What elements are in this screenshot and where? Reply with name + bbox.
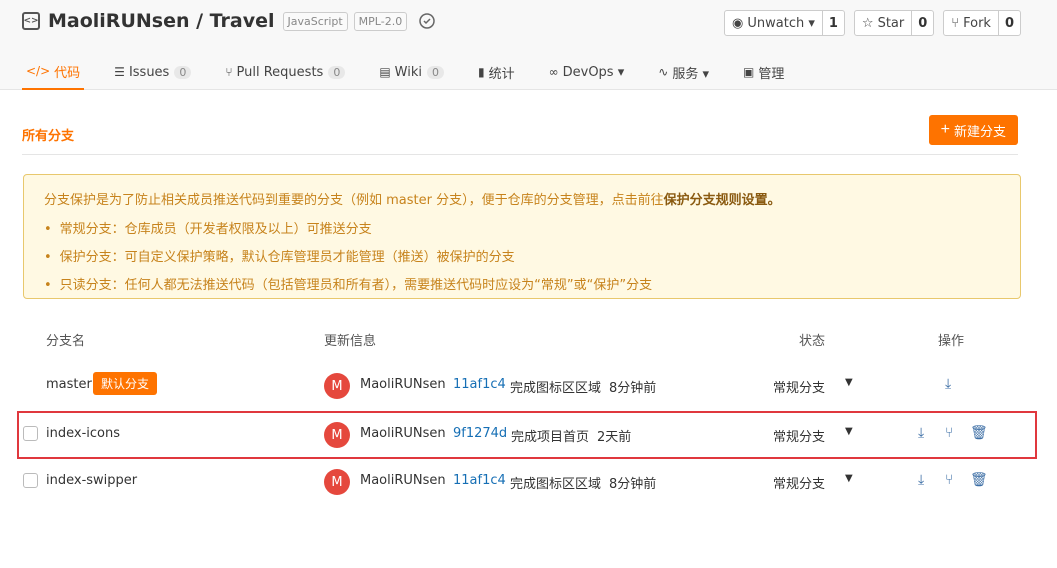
language-tag[interactable]: JavaScript [282,11,348,31]
table-row: master 默认分支 M MaoliRUNsen 11af1c4 完成图标区区… [0,363,1057,407]
wiki-count: 0 [427,65,444,79]
branch-name-link[interactable]: index-swipper [46,473,137,488]
caret-down-icon[interactable]: ▼ [845,473,853,484]
notice-list: 常规分支：仓库成员（开发者权限及以上）可推送分支 保护分支：可自定义保护策略，默… [44,218,1000,293]
default-branch-badge: 默认分支 [93,372,158,395]
tab-label: DevOps ▾ [562,64,625,80]
star-icon: ☆ [861,15,874,31]
highlight-box [17,411,1037,459]
unwatch-label: Unwatch ▾ [747,15,815,31]
branch-status-select[interactable]: 常规分支 [773,473,825,492]
tab-devops[interactable]: ∞ DevOps ▾ [545,54,629,90]
repo-owner-link[interactable]: MaoliRUNsen [48,10,190,32]
repo-separator: / [189,10,210,32]
new-branch-button[interactable]: + 新建分支 [928,115,1018,145]
tab-label: Pull Requests [236,64,324,80]
watch-count[interactable]: 1 [823,11,844,35]
service-icon: ∿ [658,65,669,79]
gvp-badge-icon[interactable] [417,11,437,31]
issues-count: 0 [174,65,192,79]
tab-wiki[interactable]: ▤ Wiki 0 [375,54,448,90]
caret-down-icon[interactable]: ▼ [845,377,853,388]
commit-time: 8分钟前 [609,477,657,492]
download-icon[interactable]: ⤓ [945,376,951,392]
repo-tabs: </> 代码 ☰ Issues 0 ⑂ Pull Requests 0 ▤ Wi… [22,54,814,90]
tab-pull-requests[interactable]: ⑂ Pull Requests 0 [221,54,349,90]
commit-hash-link[interactable]: 11af1c4 [453,377,506,392]
delete-icon[interactable]: 🗑 [970,472,988,488]
tab-label: 服务 ▾ [672,66,709,82]
avatar[interactable]: M [324,373,350,399]
tab-label: Issues [128,64,170,80]
tab-issues[interactable]: ☰ Issues 0 [110,54,195,90]
devops-icon: ∞ [548,65,559,79]
tab-label: Wiki [394,64,422,80]
tab-manage[interactable]: ▣ 管理 [739,54,788,90]
unwatch-button[interactable]: ◉ Unwatch ▾ 1 [724,10,845,36]
branch-name-link[interactable]: master [46,377,92,392]
branches-section-header: 所有分支 + 新建分支 [22,115,1018,155]
issues-icon: ☰ [114,65,125,79]
tab-label: 管理 [758,66,785,82]
repo-header: <> MaoliRUNsen / Travel JavaScript MPL-2… [0,0,1057,90]
header-branch-name: 分支名 [46,334,86,349]
star-count[interactable]: 0 [912,11,933,35]
star-button[interactable]: ☆ Star 0 [853,10,935,36]
header-status: 状态 [799,334,826,349]
eye-icon: ◉ [732,15,744,31]
license-tag[interactable]: MPL-2.0 [353,11,408,31]
notice-item: 保护分支：可自定义保护策略，默认仓库管理员才能管理（推送）被保护的分支 [44,246,1000,265]
merge-request-icon[interactable]: ⑂ [945,472,953,488]
header-update-info: 更新信息 [324,334,377,349]
branch-protection-notice: 分支保护是为了防止相关成员推送代码到重要的分支（例如 master 分支），便于… [23,174,1021,299]
fork-label: Fork [963,15,991,31]
branch-status-select[interactable]: 常规分支 [773,377,825,396]
plus-icon: + [940,121,950,138]
download-icon[interactable]: ⤓ [918,472,924,488]
new-branch-label: 新建分支 [953,123,1006,139]
header-operations: 操作 [938,334,965,349]
stats-icon: ▮ [478,65,485,79]
pull-request-icon: ⑂ [225,65,233,79]
code-icon: </> [26,64,51,78]
commit-hash-link[interactable]: 11af1c4 [453,473,506,488]
avatar[interactable]: M [324,469,350,495]
section-title: 所有分支 [22,129,75,144]
wiki-icon: ▤ [379,65,391,79]
repo-name-link[interactable]: Travel [210,10,275,32]
repo-actions: ◉ Unwatch ▾ 1 ☆ Star 0 ⑂ Fork 0 [715,10,1021,36]
commit-author[interactable]: MaoliRUNsen [360,377,446,392]
tab-stats[interactable]: ▮ 统计 [474,54,519,90]
manage-icon: ▣ [742,65,755,79]
tab-label: 代码 [54,65,81,81]
branch-checkbox[interactable] [23,473,38,488]
repo-title: <> MaoliRUNsen / Travel JavaScript MPL-2… [22,10,437,32]
fork-icon: ⑂ [951,15,960,31]
pull-requests-count: 0 [328,65,346,79]
star-label: Star [877,15,905,31]
notice-item: 只读分支：任何人都无法推送代码（包括管理员和所有者），需要推送代码时应设为“常规… [44,274,1000,293]
fork-count[interactable]: 0 [999,11,1020,35]
tab-code[interactable]: </> 代码 [22,54,85,90]
fork-button[interactable]: ⑂ Fork 0 [943,10,1021,36]
notice-item: 常规分支：仓库成员（开发者权限及以上）可推送分支 [44,218,1000,237]
commit-time: 8分钟前 [609,381,657,396]
commit-message[interactable]: 完成图标区区域 [510,381,601,396]
code-repo-icon: <> [22,12,40,30]
commit-message[interactable]: 完成图标区区域 [510,477,601,492]
tab-service[interactable]: ∿ 服务 ▾ [654,54,713,90]
tab-label: 统计 [488,66,515,82]
table-header: 分支名 更新信息 状态 操作 [0,330,1057,350]
table-row: index-swipper M MaoliRUNsen 11af1c4 完成图标… [0,459,1057,503]
protection-rules-link[interactable]: 保护分支规则设置。 [664,193,781,208]
commit-author[interactable]: MaoliRUNsen [360,473,446,488]
notice-intro: 分支保护是为了防止相关成员推送代码到重要的分支（例如 master 分支），便于… [44,193,664,208]
